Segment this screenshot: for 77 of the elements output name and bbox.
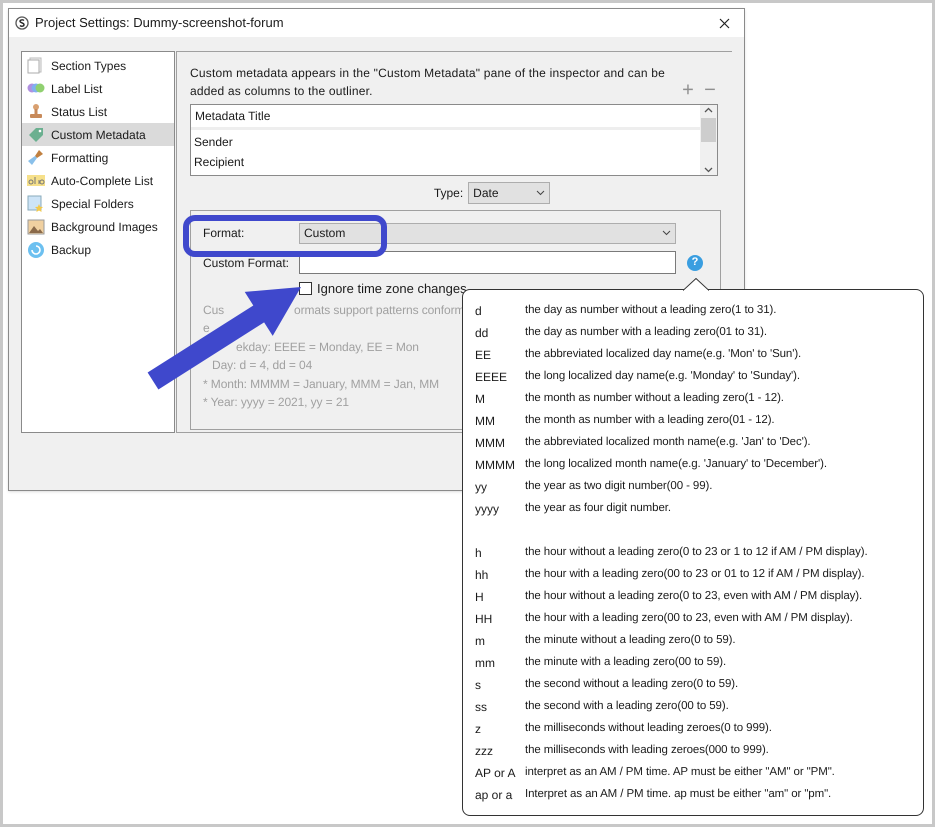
pattern-text: mm [475,655,496,672]
help-text: * Month: MMMM = January, MMM = Jan, MM [203,376,440,392]
pattern-text: H [475,589,485,606]
pattern-description: the day as number with a leading zero(01 to 31). [525,325,767,340]
pattern-description: the long localized month name(e.g. 'January' to 'December'). [525,457,827,472]
pattern-text: EE [475,347,492,364]
pattern-description: the hour without a leading zero(0 to 23, even with AM / PM display). [525,589,862,604]
tag-icon [27,126,45,144]
window-title: Project Settings: Dummy-screenshot-forum [35,14,285,32]
custom-format-field[interactable] [299,251,676,274]
pattern-text: M [475,391,486,408]
sidebar-item[interactable]: Custom Metadata [22,123,174,146]
pattern-description: the long localized day name(e.g. 'Monday' to 'Sunday'). [525,369,800,384]
custom-format-label: Custom Format: [203,254,290,272]
scroll-down-icon [704,167,713,173]
brush-icon [27,148,45,166]
pattern-text: hh [475,567,490,584]
pattern-description: interpret as an AM / PM time. AP must be either "AM" or "PM". [525,765,835,780]
description-text: Custom metadata appears in the "Custom Metadata" pane of the inspector and can be added as columns to the outliner. [190,65,666,100]
pattern-description: the second with a leading zero(00 to 59). [525,699,729,714]
help-text: ekday: EEEE = Monday, EE = Mon [236,338,419,356]
pattern-text: z [475,721,482,738]
pattern-description: the hour without a leading zero(0 to 23 or 1 to 12 if AM / PM display). [525,545,868,560]
pattern-text: d [475,303,483,320]
pattern-text: MM [475,413,496,430]
pattern-description: the abbreviated localized day name(e.g. 'Mon' to 'Sun'). [525,347,802,362]
folder-star-icon [27,194,45,212]
pattern-text: AP or A [475,765,516,782]
type-dropdown[interactable]: Date [468,182,550,204]
pattern-description: the day as number without a leading zero(1 to 31). [525,303,776,318]
pattern-text: yyyy [475,501,500,518]
pattern-text: EEEE [475,369,508,386]
pattern-text: MMMM [475,457,516,474]
pattern-text: zzz [475,743,494,760]
pattern-text: ap or a [475,787,514,804]
help-text: * Year: yyyy = 2021, yy = 21 [203,394,349,411]
help-text: e [203,320,210,337]
app-logo-icon [15,16,29,30]
pattern-description: the hour with a leading zero(00 to 23, even with AM / PM display). [525,611,853,626]
scroll-up-icon [704,107,713,113]
scrollbar[interactable] [700,105,717,175]
column-header[interactable]: Metadata Title [195,107,270,125]
pattern-description: the year as two digit number(00 - 99). [525,479,712,494]
pattern-description: the month as number without a leading zero(1 - 12). [525,391,784,406]
pattern-text: HH [475,611,494,628]
pattern-description: the month as number with a leading zero(01 - 12). [525,413,775,428]
pattern-description: the year as four digit number. [525,501,671,516]
pattern-description: the hour with a leading zero(00 to 23 or 01 to 12 if AM / PM display). [525,567,864,582]
stamp-icon [27,102,45,120]
pattern-text: h [475,545,483,562]
pattern-description: the abbreviated localized month name(e.g. 'Jan' to 'Dec'). [525,435,811,450]
pattern-description: the minute without a leading zero(0 to 59). [525,633,736,648]
checkbox-label: Ignore time zone changes [317,280,467,298]
pattern-text: dd [475,325,490,342]
table-cell[interactable]: Recipient [194,152,697,172]
pattern-description: Interpret as an AM / PM time. ap must be either "am" or "pm". [525,787,832,802]
pattern-text: ss [475,699,488,716]
chevron-down-icon [536,190,546,196]
pattern-description: the minute with a leading zero(00 to 59). [525,655,726,670]
help-text: Day: d = 4, dd = 04 [212,357,312,374]
help-text: Cus [203,302,224,318]
format-label: Format: [203,225,246,242]
table-cell[interactable]: Sender [194,132,697,152]
scrollbar-thumb[interactable] [701,118,716,142]
pattern-description: the milliseconds with leading zeroes(000 to 999). [525,743,769,758]
pattern-text: yy [475,479,488,496]
pattern-text: m [475,633,486,650]
image-icon [27,218,45,236]
pattern-text: s [475,677,482,694]
pattern-description: the second without a leading zero(0 to 59). [525,677,738,692]
chevron-down-icon [662,230,671,236]
close-icon [718,18,730,28]
type-label: Type: [434,185,464,202]
pattern-text: MMM [475,435,506,452]
pattern-description: the milliseconds without leading zeroes(0 to 999). [525,721,772,736]
format-dropdown[interactable]: Custom [299,222,676,244]
checkbox[interactable] [299,282,312,296]
